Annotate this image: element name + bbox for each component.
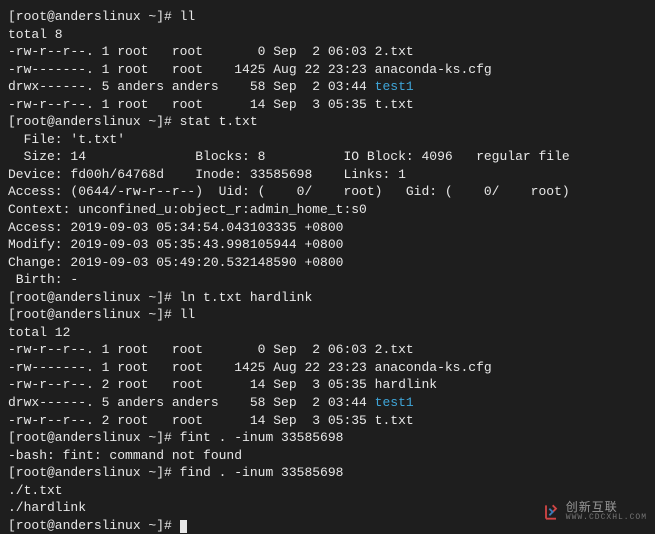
prompt-line: [root@anderslinux ~]# find . -inum 33585… [8,464,647,482]
stat-output: Context: unconfined_u:object_r:admin_hom… [8,201,647,219]
prompt-line: [root@anderslinux ~]# fint . -inum 33585… [8,429,647,447]
file-entry: -rw-r--r--. 1 root root 0 Sep 2 06:03 2.… [8,341,647,359]
output-line: total 8 [8,26,647,44]
file-perms: drwx------. 5 anders anders 58 Sep 2 03:… [8,395,375,410]
error-line: -bash: fint: command not found [8,447,647,465]
watermark-domain: WWW.CDCXHL.COM [566,514,647,522]
watermark-logo-icon [540,501,562,523]
file-entry: -rw-r--r--. 2 root root 14 Sep 3 05:35 h… [8,376,647,394]
prompt-line: [root@anderslinux ~]# stat t.txt [8,113,647,131]
output-line: total 12 [8,324,647,342]
stat-output: Modify: 2019-09-03 05:35:43.998105944 +0… [8,236,647,254]
stat-output: Access: 2019-09-03 05:34:54.043103335 +0… [8,219,647,237]
prompt-line: [root@anderslinux ~]# ll [8,306,647,324]
file-entry: -rw-r--r--. 2 root root 14 Sep 3 05:35 t… [8,412,647,430]
watermark-text: 创新互联 WWW.CDCXHL.COM [566,502,647,522]
file-entry: -rw-------. 1 root root 1425 Aug 22 23:2… [8,359,647,377]
terminal-output: [root@anderslinux ~]# ll total 8 -rw-r--… [8,8,647,534]
file-entry: drwx------. 5 anders anders 58 Sep 2 03:… [8,78,647,96]
directory-name: test1 [375,79,414,94]
stat-output: Access: (0644/-rw-r--r--) Uid: ( 0/ root… [8,183,647,201]
stat-output: Birth: - [8,271,647,289]
prompt-line: [root@anderslinux ~]# ll [8,8,647,26]
output-line: ./t.txt [8,482,647,500]
file-entry: drwx------. 5 anders anders 58 Sep 2 03:… [8,394,647,412]
file-entry: -rw-r--r--. 1 root root 0 Sep 2 06:03 2.… [8,43,647,61]
stat-output: File: 't.txt' [8,131,647,149]
file-perms: drwx------. 5 anders anders 58 Sep 2 03:… [8,79,375,94]
prompt-line: [root@anderslinux ~]# ln t.txt hardlink [8,289,647,307]
watermark: 创新互联 WWW.CDCXHL.COM [540,501,647,523]
stat-output: Size: 14 Blocks: 8 IO Block: 4096 regula… [8,148,647,166]
directory-name: test1 [375,395,414,410]
file-entry: -rw-r--r--. 1 root root 14 Sep 3 05:35 t… [8,96,647,114]
stat-output: Change: 2019-09-03 05:49:20.532148590 +0… [8,254,647,272]
file-entry: -rw-------. 1 root root 1425 Aug 22 23:2… [8,61,647,79]
stat-output: Device: fd00h/64768d Inode: 33585698 Lin… [8,166,647,184]
